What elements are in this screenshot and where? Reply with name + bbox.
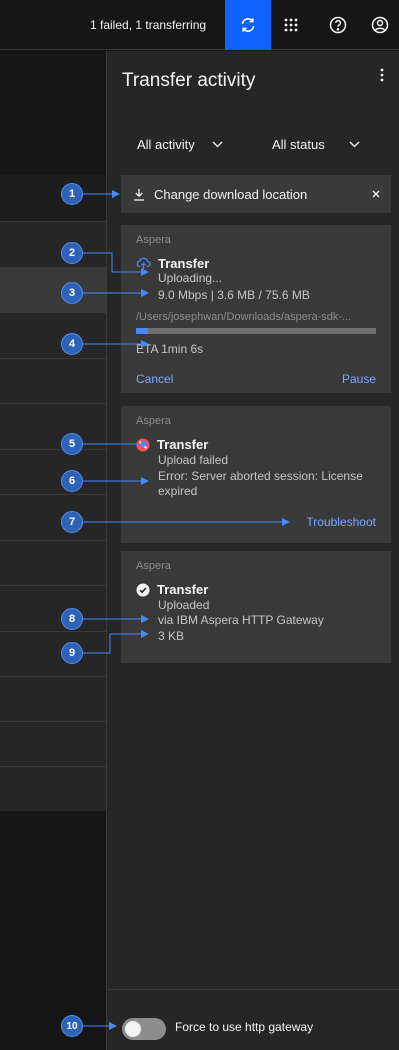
row-divider bbox=[0, 449, 106, 450]
transfer-title-text: Transfer bbox=[158, 256, 210, 271]
close-icon[interactable] bbox=[371, 189, 381, 199]
status-filter-dropdown[interactable]: All status bbox=[272, 129, 360, 159]
transfer-source: Aspera bbox=[136, 415, 171, 427]
background-footer bbox=[0, 811, 106, 1050]
download-icon bbox=[134, 188, 144, 201]
transfer-via: via IBM Aspera HTTP Gateway bbox=[158, 613, 324, 627]
transfer-title: Transfer bbox=[136, 582, 208, 597]
row-divider bbox=[0, 267, 106, 268]
change-download-location-notice[interactable]: Change download location bbox=[121, 175, 391, 213]
app-switcher-icon bbox=[284, 18, 298, 32]
activity-filter-value: All activity bbox=[137, 136, 195, 152]
sync-icon bbox=[241, 18, 255, 32]
transfer-error-line-1: Error: Server aborted session: License bbox=[158, 469, 363, 483]
transfer-title-text: Transfer bbox=[157, 582, 209, 597]
callout-2: 2 bbox=[61, 242, 83, 264]
callout-10: 10 bbox=[61, 1015, 83, 1037]
help-button[interactable] bbox=[315, 0, 361, 50]
callout-8: 8 bbox=[61, 608, 83, 630]
panel-title: Transfer activity bbox=[122, 70, 256, 91]
cloud-upload-icon bbox=[136, 257, 151, 269]
user-profile-button[interactable] bbox=[357, 0, 399, 50]
sync-button[interactable] bbox=[225, 0, 271, 50]
troubleshoot-link[interactable]: Troubleshoot bbox=[306, 515, 376, 529]
top-header: 1 failed, 1 transferring bbox=[0, 0, 399, 50]
overflow-menu-vertical-icon bbox=[380, 68, 384, 82]
row-divider bbox=[0, 585, 106, 586]
background-table-header bbox=[0, 175, 106, 221]
activity-filter-dropdown[interactable]: All activity bbox=[137, 129, 223, 159]
app-switcher-button[interactable] bbox=[268, 0, 314, 50]
error-icon bbox=[136, 438, 150, 451]
row-divider bbox=[0, 494, 106, 495]
callout-5: 5 bbox=[61, 433, 83, 455]
http-gateway-toggle[interactable] bbox=[122, 1018, 166, 1040]
toggle-knob bbox=[125, 1021, 141, 1037]
pause-button[interactable]: Pause bbox=[342, 372, 376, 386]
status-filter-value: All status bbox=[272, 136, 325, 152]
callout-1: 1 bbox=[61, 183, 83, 205]
callout-7: 7 bbox=[61, 511, 83, 533]
row-divider bbox=[0, 540, 106, 541]
transfer-source: Aspera bbox=[136, 560, 171, 572]
transfer-state: Uploading... bbox=[158, 271, 223, 285]
row-divider bbox=[0, 631, 106, 632]
transfer-title-text: Transfer bbox=[157, 437, 209, 452]
chevron-down-icon bbox=[212, 141, 223, 147]
background-toolbar bbox=[0, 51, 106, 175]
transfer-size: 3 KB bbox=[158, 629, 185, 643]
progress-fill bbox=[136, 328, 148, 334]
transfer-title: Transfer bbox=[136, 437, 208, 452]
callout-9: 9 bbox=[61, 642, 83, 664]
row-divider bbox=[0, 312, 106, 313]
callout-3: 3 bbox=[61, 282, 83, 304]
overflow-menu-button[interactable] bbox=[377, 65, 387, 85]
transfer-title: Transfer bbox=[136, 256, 209, 271]
transfer-state: Uploaded bbox=[158, 598, 210, 612]
callout-6: 6 bbox=[61, 470, 83, 492]
http-gateway-toggle-label: Force to use http gateway bbox=[175, 1020, 314, 1034]
transfer-card-uploaded: Aspera Transfer Uploaded via IBM Aspera … bbox=[121, 551, 391, 663]
footer-divider bbox=[107, 989, 399, 990]
notice-text: Change download location bbox=[154, 186, 308, 202]
transfer-rate: 9.0 Mbps | 3.6 MB / 75.6 MB bbox=[158, 288, 310, 302]
row-divider bbox=[0, 358, 106, 359]
transfer-card-failed: Aspera Transfer Upload failed Error: Ser… bbox=[121, 406, 391, 543]
row-divider bbox=[0, 766, 106, 767]
background-app-region: 1 bbox=[0, 51, 106, 1050]
checkmark-filled-icon bbox=[136, 583, 150, 596]
transfer-activity-panel: Transfer activity All activity All statu… bbox=[106, 51, 399, 1050]
row-divider bbox=[0, 221, 106, 222]
transfer-error-line-2: expired bbox=[158, 484, 198, 498]
transfer-eta: ETA 1min 6s bbox=[136, 342, 204, 356]
help-icon bbox=[329, 16, 347, 34]
transfer-path: /Users/josephwan/Downloads/aspera-sdk-..… bbox=[136, 311, 352, 323]
transfer-status-summary[interactable]: 1 failed, 1 transferring bbox=[90, 0, 206, 50]
transfer-progress-bar bbox=[136, 328, 376, 334]
chevron-down-icon bbox=[349, 141, 360, 147]
background-selected-row bbox=[0, 267, 106, 312]
transfer-state: Upload failed bbox=[158, 453, 229, 467]
row-divider bbox=[0, 721, 106, 722]
transfer-card-uploading: Aspera Transfer Uploading... 9.0 Mbps | … bbox=[121, 225, 391, 393]
row-divider bbox=[0, 676, 106, 677]
user-avatar-icon bbox=[371, 16, 389, 34]
cancel-button[interactable]: Cancel bbox=[136, 372, 173, 386]
row-divider bbox=[0, 403, 106, 404]
transfer-source: Aspera bbox=[136, 234, 171, 246]
callout-4: 4 bbox=[61, 333, 83, 355]
